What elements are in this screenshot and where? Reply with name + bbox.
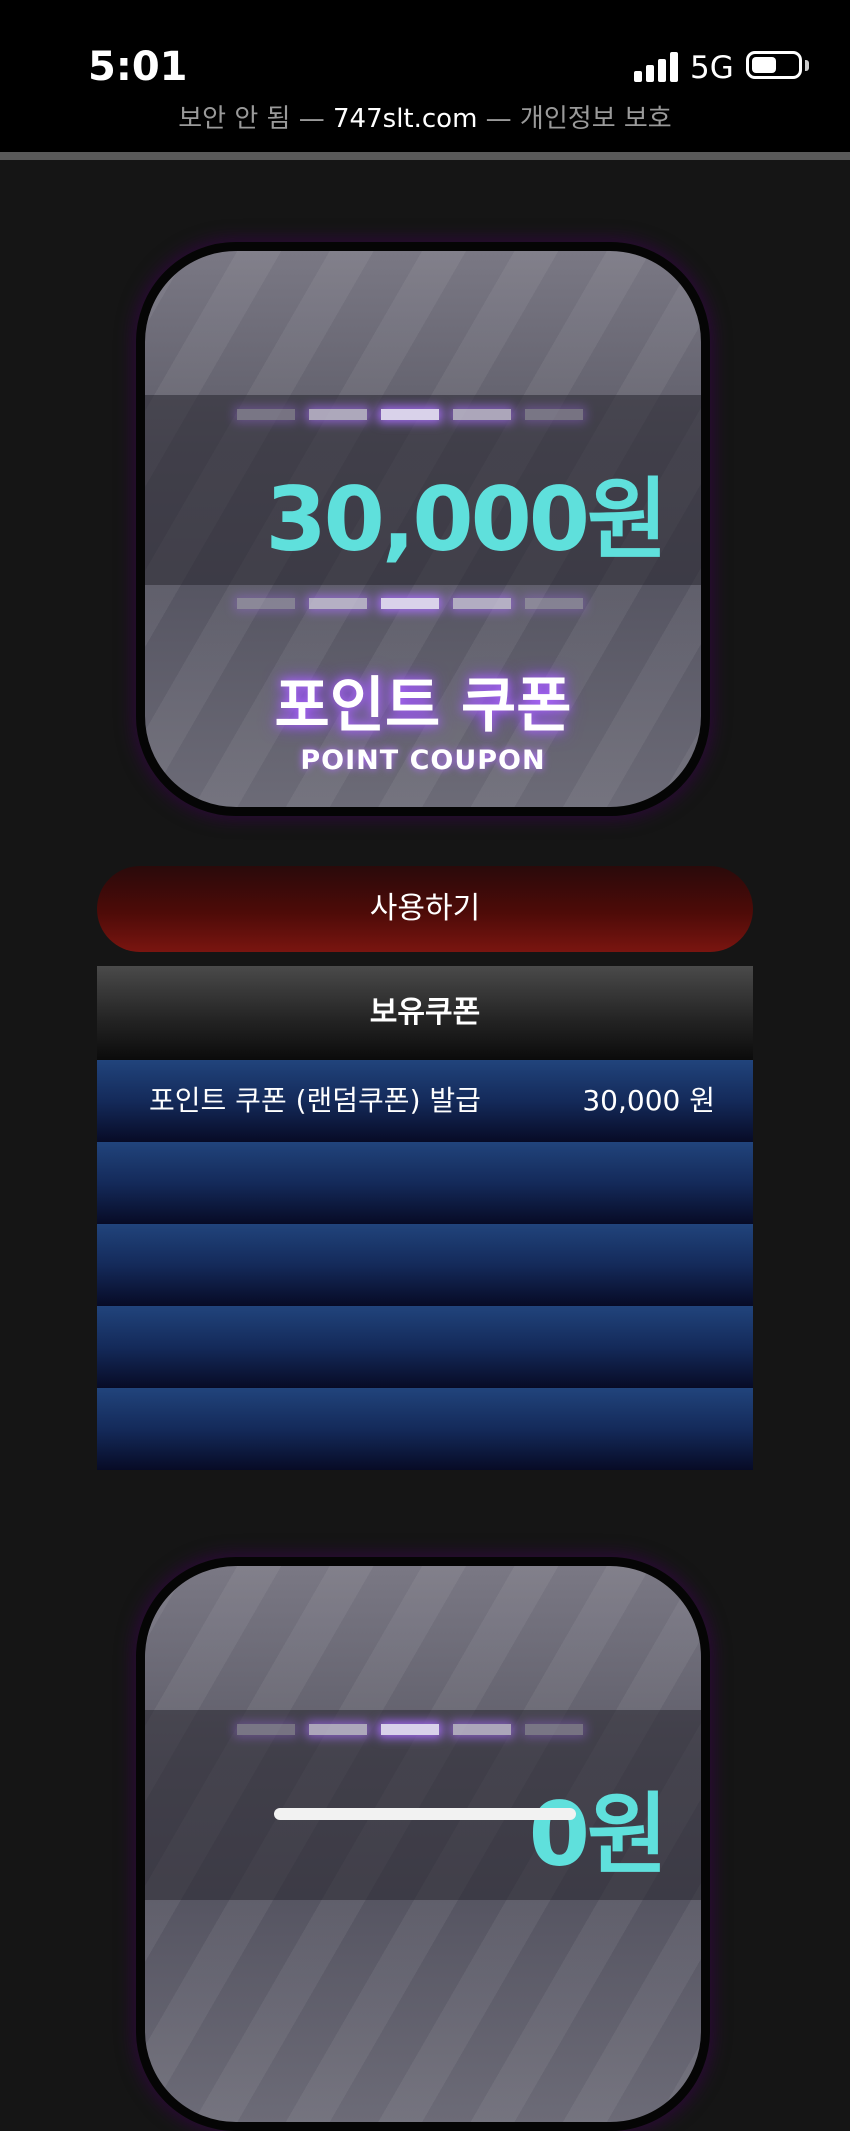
signal-icon xyxy=(634,52,678,82)
privacy-label: — 개인정보 보호 xyxy=(485,104,672,134)
table-row[interactable] xyxy=(97,1306,753,1388)
coupon-card[interactable]: 30,000원 포인트 쿠폰 POINT COUPON xyxy=(136,242,710,816)
coupon-card[interactable]: 0원 xyxy=(136,1557,710,2131)
home-indicator[interactable] xyxy=(274,1808,576,1820)
held-coupons-header: 보유쿠폰 xyxy=(97,966,753,1060)
table-row[interactable]: 포인트 쿠폰 (랜덤쿠폰) 발급 30,000 원 xyxy=(97,1060,753,1142)
coupon-amount: 0원 xyxy=(528,1783,668,1886)
table-row[interactable] xyxy=(97,1388,753,1470)
coupon-subtitle: POINT COUPON xyxy=(300,745,546,776)
coupon-light-strip xyxy=(237,598,627,612)
coupon-name: 포인트 쿠폰 (랜덤쿠폰) 발급 xyxy=(149,1084,481,1117)
held-coupons-table: 보유쿠폰 포인트 쿠폰 (랜덤쿠폰) 발급 30,000 원 xyxy=(97,966,753,1470)
coupon-amount: 30,000원 xyxy=(265,468,668,571)
security-warning: 보안 안 됨 — xyxy=(178,104,325,134)
status-time: 5:01 xyxy=(88,44,188,90)
url-bar[interactable]: 보안 안 됨 — 747slt.com — 개인정보 보호 xyxy=(0,98,850,135)
table-row[interactable] xyxy=(97,1142,753,1224)
battery-icon xyxy=(746,51,802,79)
table-row[interactable] xyxy=(97,1224,753,1306)
battery-nub xyxy=(805,60,809,71)
use-button[interactable]: 사용하기 xyxy=(97,866,753,952)
coupon-light-strip xyxy=(237,409,627,423)
page-divider xyxy=(0,152,850,160)
coupon-light-strip xyxy=(237,1724,627,1738)
coupon-title: 포인트 쿠폰 xyxy=(274,671,572,741)
coupon-value: 30,000 원 xyxy=(582,1084,715,1117)
network-type: 5G xyxy=(690,50,734,86)
url-domain: 747slt.com xyxy=(333,104,478,134)
status-bar: 5:01 5G 보안 안 됨 — 747slt.com — 개인정보 보호 xyxy=(0,0,850,152)
